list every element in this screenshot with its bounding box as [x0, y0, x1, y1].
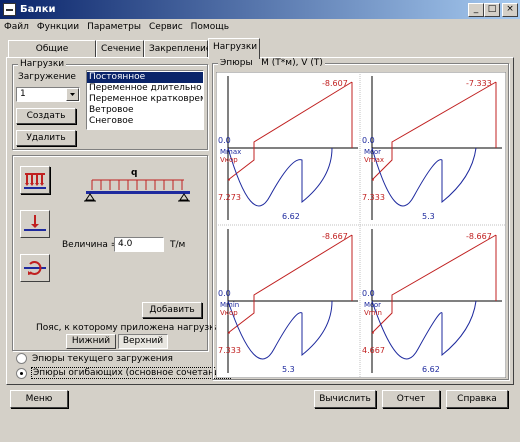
plot-top-value: -8.667	[466, 232, 492, 241]
load-type-item[interactable]: Переменное длительно дей	[87, 83, 203, 94]
moment-load-icon	[24, 261, 46, 275]
magnitude-unit: Т/м	[170, 240, 186, 250]
plot-shear-label: Vmin	[364, 309, 382, 317]
belt-caption: Пояс, к которому приложена нагрузка	[36, 323, 221, 333]
chevron-down-icon[interactable]	[66, 88, 79, 101]
radio-current-label[interactable]: Эпюры текущего загружения	[32, 354, 173, 364]
create-button[interactable]: Создать	[16, 108, 76, 124]
plots-canvas: -8.6077.2736.620.0MmaxVкор-7.3337.3335.3…	[216, 72, 506, 378]
moment-load-button[interactable]	[20, 254, 50, 282]
belt-upper-button[interactable]: Верхний	[118, 334, 168, 349]
help-button[interactable]: Справка	[446, 390, 508, 408]
plot-moment-label: Mcor	[364, 301, 381, 309]
magnitude-input[interactable]: 4.0	[114, 237, 164, 252]
plot-shear-label: Vкор	[220, 309, 238, 317]
loading-label: Загружение	[18, 72, 76, 82]
report-button[interactable]: Отчет	[382, 390, 440, 408]
magnitude-label: Величина =	[62, 240, 119, 250]
plot-bottom-value: 6.62	[422, 365, 440, 374]
plot-left-value: 7.273	[218, 193, 241, 202]
title-bar: Балки	[0, 0, 520, 19]
compute-button[interactable]: Вычислить	[314, 390, 376, 408]
plot-top-value: -7.333	[466, 79, 492, 88]
menu-bar: Файл Функции Параметры Сервис Помощь	[0, 19, 520, 36]
menu-button[interactable]: Меню	[10, 390, 68, 408]
tab-loads[interactable]: Нагрузки	[208, 38, 260, 59]
tab-section[interactable]: Сечение	[96, 40, 144, 58]
beam-load-label: q	[131, 168, 137, 178]
window-title: Балки	[20, 4, 56, 15]
load-type-item[interactable]: Ветровое	[87, 105, 203, 116]
menu-help[interactable]: Помощь	[187, 19, 233, 36]
maximize-button[interactable]: □	[484, 3, 500, 17]
menu-file[interactable]: Файл	[0, 19, 33, 36]
plot-shear-label: Vкор	[220, 156, 238, 164]
close-button[interactable]: ×	[502, 3, 518, 17]
plot-top-value: -8.607	[322, 79, 348, 88]
menu-functions[interactable]: Функции	[33, 19, 83, 36]
beam-diagram: q	[84, 168, 190, 202]
plot-bottom-value: 6.62	[282, 212, 300, 221]
plot-zero-label: 0.0	[362, 289, 375, 298]
plot-shear-label: Vmax	[364, 156, 384, 164]
point-load-button[interactable]	[20, 210, 50, 238]
plots-title: Эпюры M (Т*м), V (Т)	[218, 58, 325, 68]
load-type-item[interactable]: Снеговое	[87, 116, 203, 127]
minimize-button[interactable]: _	[468, 3, 484, 17]
load-type-item[interactable]: Переменное кратковремен	[87, 94, 203, 105]
radio-envelope[interactable]	[16, 368, 27, 379]
radio-current[interactable]	[16, 353, 27, 364]
distributed-load-icon	[24, 173, 46, 189]
plot-moment-label: Mmin	[220, 301, 239, 309]
load-type-item[interactable]: Постоянное	[87, 72, 203, 83]
plot-moment-label: Mcor	[364, 148, 381, 156]
plot-moment-label: Mmax	[220, 148, 241, 156]
plot-left-value: 4.667	[362, 346, 385, 355]
plot-zero-label: 0.0	[218, 136, 231, 145]
plot-bottom-value: 5.3	[282, 365, 295, 374]
distributed-load-button[interactable]	[20, 166, 50, 194]
plot-bottom-value: 5.3	[422, 212, 435, 221]
add-load-button[interactable]: Добавить	[142, 302, 202, 318]
menu-service[interactable]: Сервис	[145, 19, 187, 36]
delete-button[interactable]: Удалить	[16, 130, 76, 146]
menu-parameters[interactable]: Параметры	[83, 19, 145, 36]
plot-zero-label: 0.0	[362, 136, 375, 145]
app-icon	[3, 3, 16, 16]
plot-left-value: 7.333	[218, 346, 241, 355]
plot-top-value: -8.667	[322, 232, 348, 241]
radio-envelope-label[interactable]: Эпюры огибающих (основное сочетание)	[31, 367, 231, 379]
tab-general[interactable]: Общие параметры	[8, 40, 96, 70]
plot-zero-label: 0.0	[218, 289, 231, 298]
tab-supports[interactable]: Закрепление	[144, 40, 211, 58]
belt-lower-button[interactable]: Нижний	[66, 334, 116, 349]
load-type-list[interactable]: Постоянное Переменное длительно дей Пере…	[86, 70, 204, 130]
loads-group-title: Нагрузки	[18, 59, 67, 69]
point-load-icon	[24, 215, 46, 231]
loading-select-value: 1	[20, 89, 26, 99]
plot-left-value: 7.333	[362, 193, 385, 202]
